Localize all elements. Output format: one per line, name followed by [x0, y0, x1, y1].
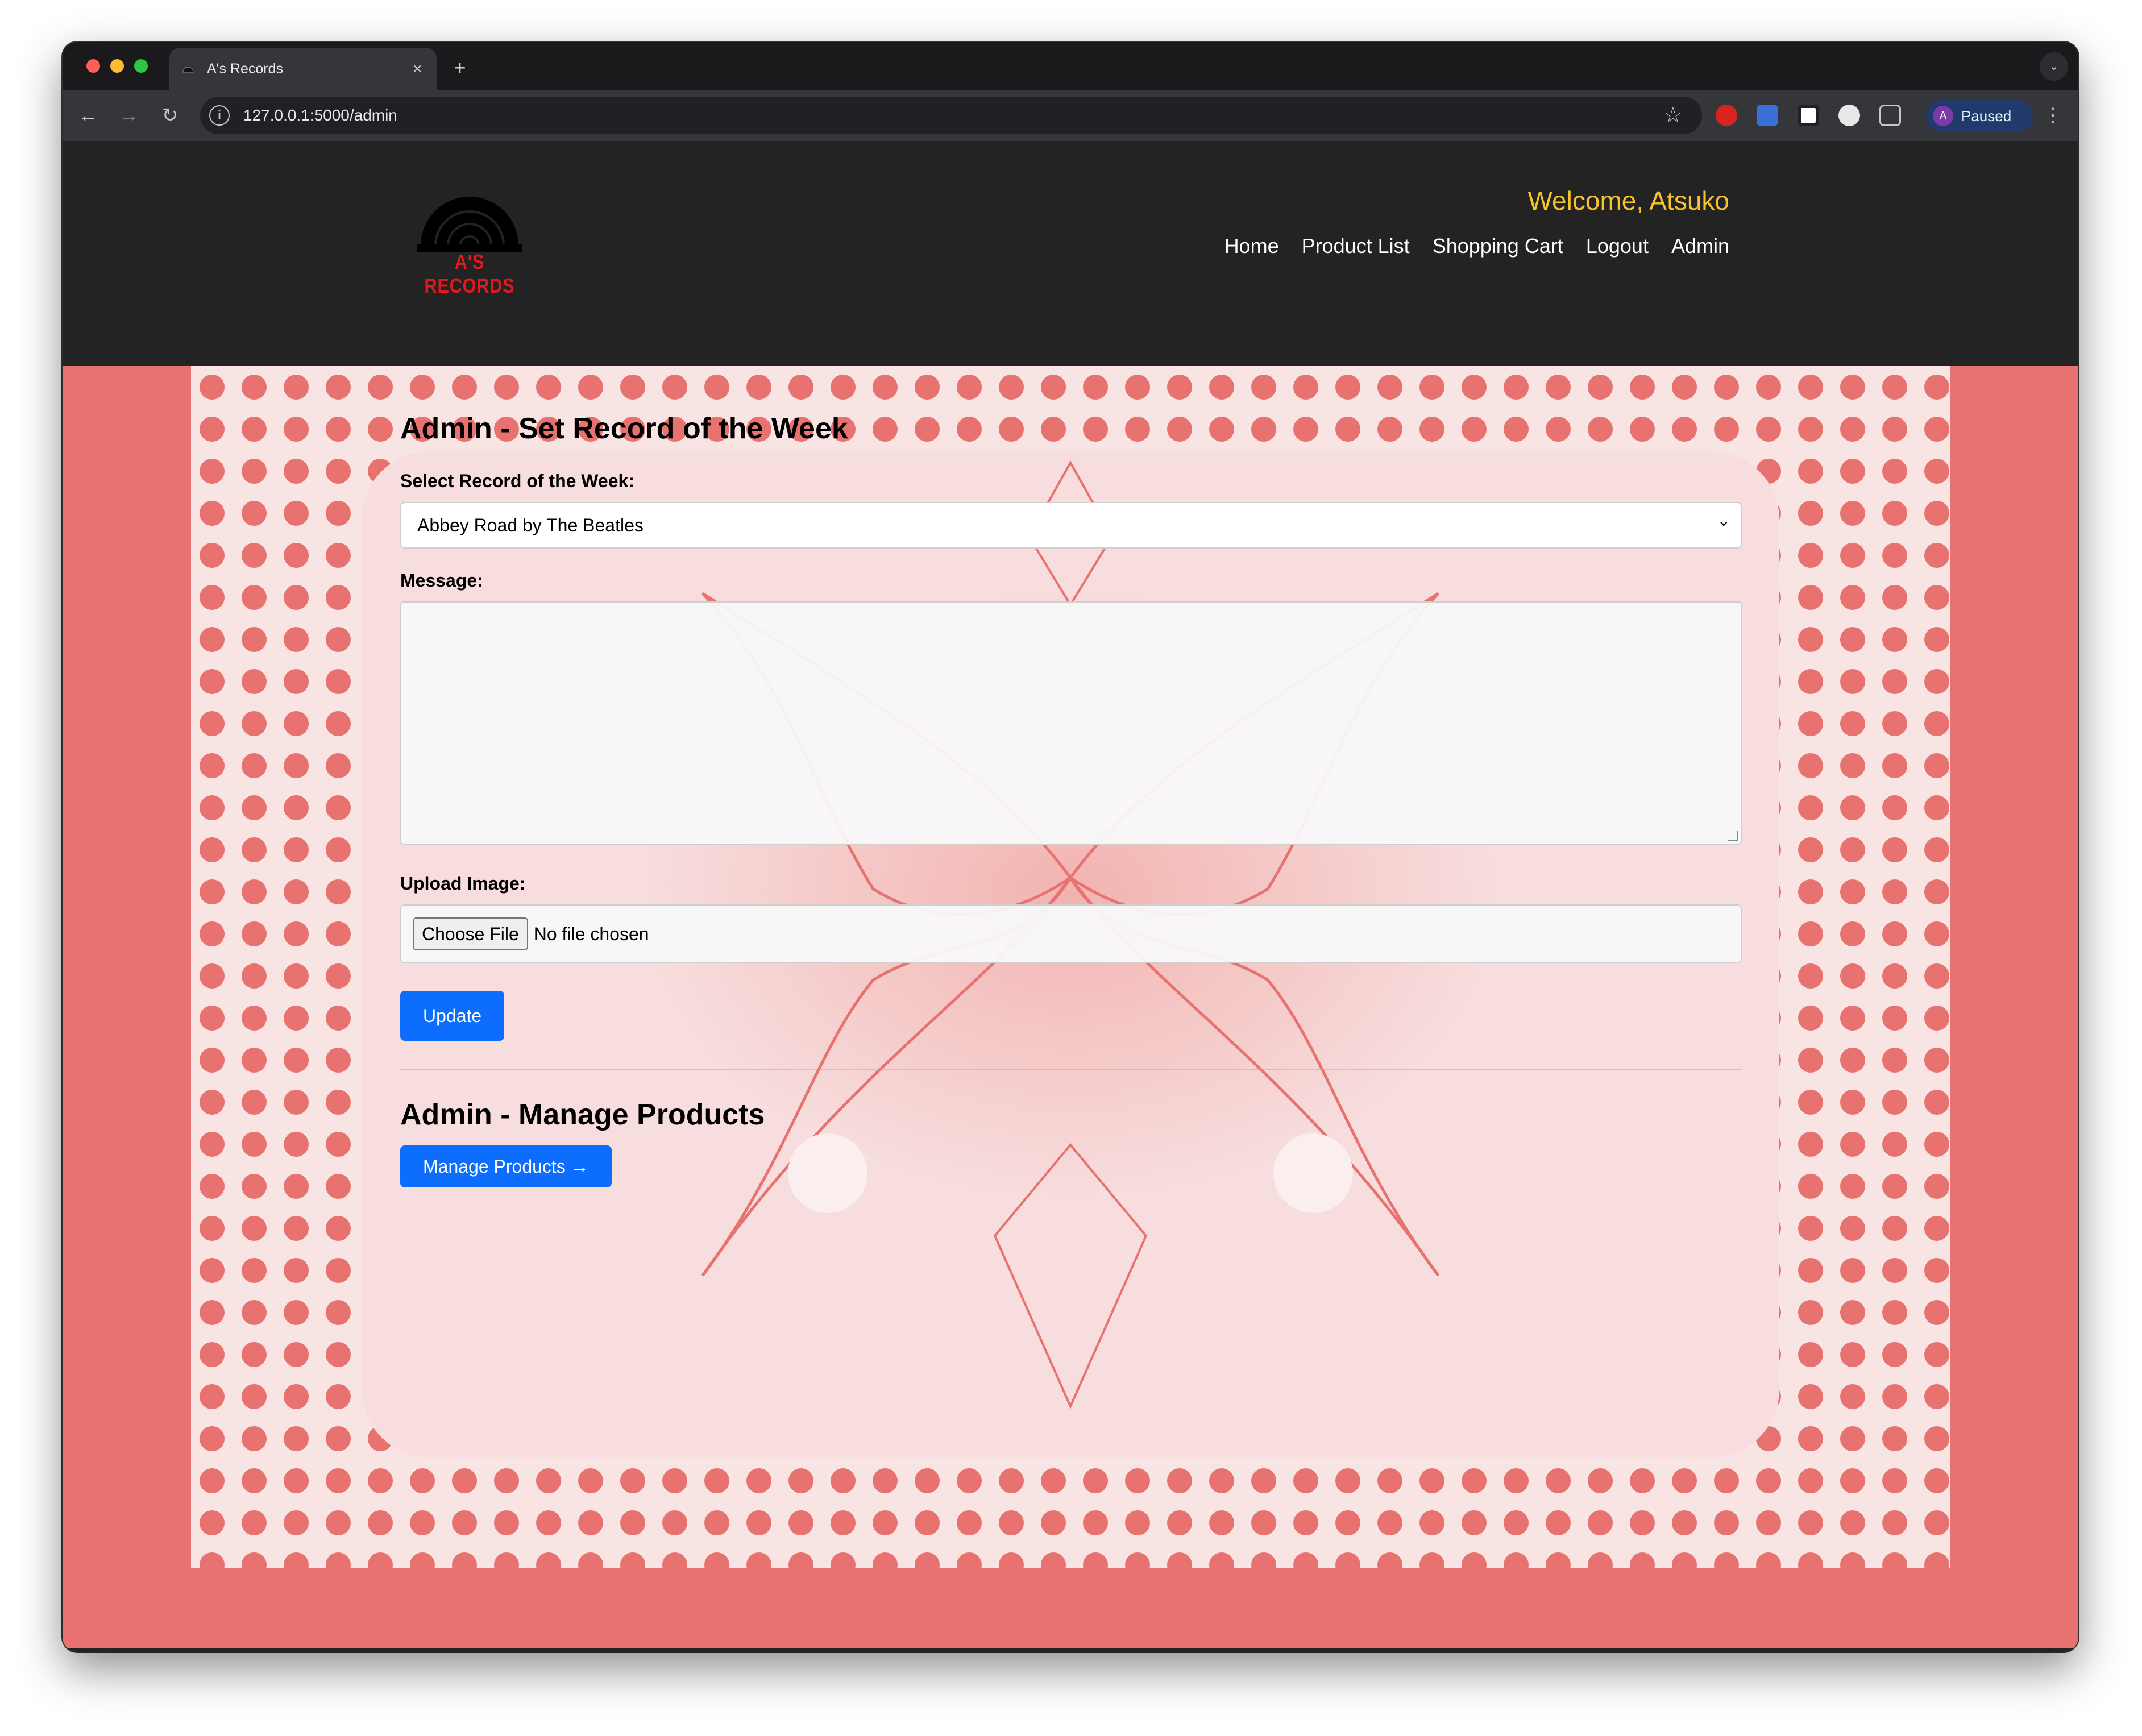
maximize-window-icon[interactable] — [134, 59, 148, 73]
window-controls — [86, 59, 148, 73]
resize-handle-icon[interactable] — [1728, 831, 1738, 841]
tab-bar: A's Records × + ⌄ — [63, 42, 2078, 90]
extension-box-icon[interactable] — [1798, 105, 1819, 126]
admin-content: Admin - Set Record of the Week Select Re… — [400, 412, 1742, 1187]
reload-icon[interactable]: ↻ — [156, 101, 184, 130]
logo-text[interactable]: A'S RECORDS — [421, 250, 518, 298]
nav-logout[interactable]: Logout — [1586, 234, 1649, 258]
profile-status: Paused — [1961, 107, 2012, 124]
welcome-message: Welcome, Atsuko — [1527, 186, 1729, 215]
message-label: Message: — [400, 570, 483, 591]
record-favicon-icon — [182, 67, 194, 73]
nav-admin[interactable]: Admin — [1671, 234, 1729, 258]
upload-image-label: Upload Image: — [400, 873, 526, 894]
browser-menu-icon[interactable]: ⋮ — [2043, 102, 2062, 128]
site-info-icon[interactable]: i — [209, 105, 230, 126]
tab-title: A's Records — [207, 60, 283, 77]
choose-file-button[interactable]: Choose File — [413, 917, 528, 950]
update-button[interactable]: Update — [400, 991, 505, 1041]
select-record-label: Select Record of the Week: — [400, 471, 634, 491]
record-select[interactable]: Abbey Road by The Beatles ⌄ — [400, 502, 1742, 549]
tab-close-icon[interactable]: × — [406, 60, 429, 78]
profile-button[interactable]: A Paused — [1926, 100, 2033, 132]
back-arrow-icon[interactable]: ← — [74, 101, 102, 130]
site-header: A'S RECORDS Welcome, Atsuko Home Product… — [63, 141, 2078, 366]
manage-products-title: Admin - Manage Products — [400, 1098, 765, 1131]
new-tab-button[interactable]: + — [445, 52, 475, 83]
minimize-window-icon[interactable] — [110, 59, 124, 73]
file-status-text: No file chosen — [533, 923, 649, 944]
nav-shopping-cart[interactable]: Shopping Cart — [1433, 234, 1563, 258]
profile-avatar: A — [1933, 106, 1953, 126]
browser-window: A's Records × + ⌄ ← → ↻ i 127.0.0.1:5000… — [63, 42, 2078, 1652]
nav-home[interactable]: Home — [1224, 234, 1279, 258]
image-file-input[interactable]: Choose File No file chosen — [400, 904, 1742, 963]
address-bar[interactable]: i 127.0.0.1:5000/admin ☆ — [200, 97, 1702, 134]
message-textarea[interactable] — [400, 601, 1742, 845]
extension-red-icon[interactable] — [1716, 105, 1737, 126]
record-of-week-title: Admin - Set Record of the Week — [400, 412, 848, 445]
tab-search-chevron-icon[interactable]: ⌄ — [2040, 52, 2068, 81]
browser-tab[interactable]: A's Records × — [169, 48, 437, 90]
url-text[interactable]: 127.0.0.1:5000/admin — [243, 106, 397, 124]
main-nav: Home Product List Shopping Cart Logout A… — [1224, 234, 1729, 258]
bookmark-star-icon[interactable]: ☆ — [1663, 102, 1683, 128]
nav-product-list[interactable]: Product List — [1302, 234, 1410, 258]
extension-circle-icon[interactable] — [1838, 105, 1860, 126]
chevron-down-icon: ⌄ — [1717, 512, 1730, 529]
extensions-puzzle-icon[interactable] — [1879, 105, 1901, 126]
manage-products-button[interactable]: Manage Products → — [400, 1145, 612, 1187]
web-page: A'S RECORDS Welcome, Atsuko Home Product… — [63, 141, 2078, 1652]
page-footer — [63, 1648, 2078, 1652]
browser-toolbar: ← → ↻ i 127.0.0.1:5000/admin ☆ A Paused … — [63, 90, 2078, 141]
close-window-icon[interactable] — [86, 59, 100, 73]
record-select-value: Abbey Road by The Beatles — [417, 514, 644, 535]
forward-arrow-icon[interactable]: → — [115, 101, 143, 130]
extension-translate-icon[interactable] — [1757, 105, 1778, 126]
